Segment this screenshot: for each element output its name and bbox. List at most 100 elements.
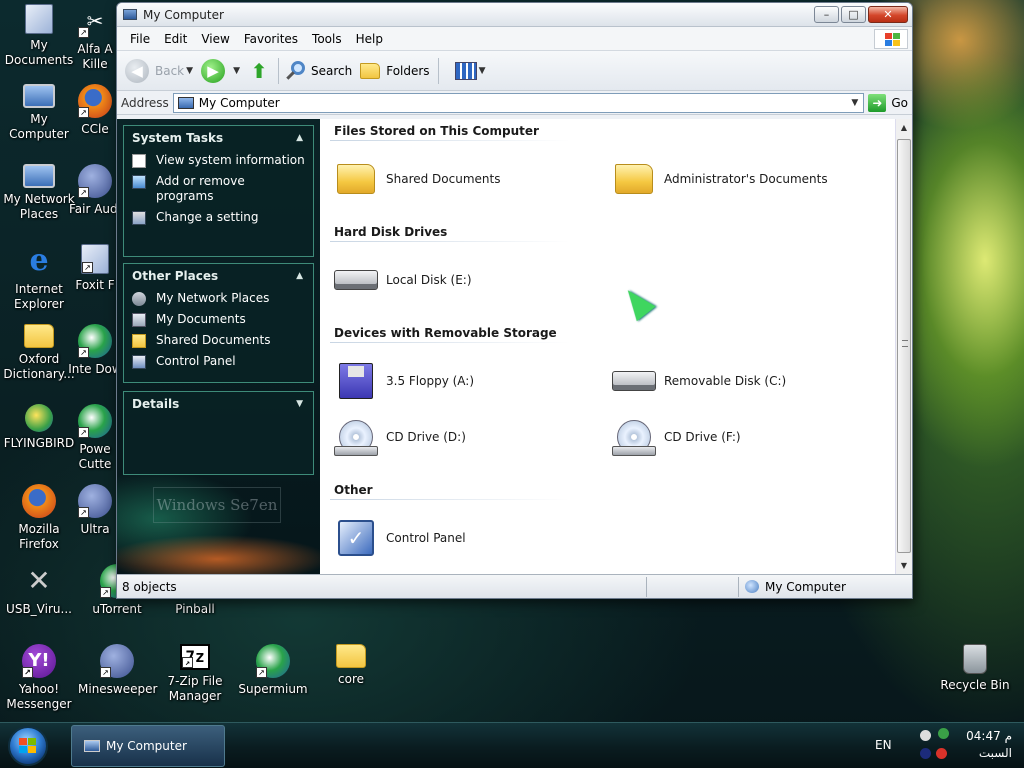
tray-status-icon[interactable] — [920, 730, 931, 741]
add-remove-icon — [132, 175, 146, 189]
place-control-panel[interactable]: Control Panel — [124, 351, 313, 372]
desktop-icon-power-cutter[interactable]: ↗ Powe Cutte — [70, 404, 120, 476]
desktop-icon-core[interactable]: core — [312, 644, 390, 716]
desktop-icon-label: uTorrent — [92, 602, 142, 616]
group-header: Files Stored on This Computer — [334, 124, 539, 138]
desktop-icon-label: Pinball — [175, 602, 215, 616]
menu-edit[interactable]: Edit — [157, 27, 194, 51]
details-header[interactable]: Details ▼ — [124, 392, 313, 416]
desktop-icon-ccleaner[interactable]: ↗ CCle — [70, 84, 120, 156]
taskbar-button-my-computer[interactable]: My Computer — [71, 725, 225, 767]
search-button[interactable]: Search — [285, 60, 352, 82]
collapse-icon: ▲ — [296, 271, 303, 281]
menu-favorites[interactable]: Favorites — [237, 27, 305, 51]
tray-app-icon[interactable] — [936, 748, 947, 759]
folder-icon — [132, 334, 146, 348]
task-view-system-information[interactable]: View system information — [124, 150, 313, 171]
folder-icon — [24, 324, 54, 348]
desktop-icon-foxit[interactable]: ↗ Foxit F — [70, 244, 120, 316]
taskbar: My Computer EN 04:47 م السبت — [0, 722, 1024, 768]
item-cd-drive-f[interactable]: CD Drive (F:) — [612, 418, 741, 456]
desktop-icon-label: Yahoo! Messenger — [6, 682, 72, 711]
chevron-down-icon[interactable]: ▼ — [186, 66, 193, 76]
item-local-disk-e[interactable]: Local Disk (E:) — [334, 261, 472, 299]
desktop-icon-supermium[interactable]: ↗ Supermium — [234, 644, 312, 716]
back-button[interactable]: ◀ Back ▼ — [125, 58, 193, 83]
forward-button[interactable]: ▶ ▼ — [201, 58, 240, 83]
network-icon — [132, 292, 146, 306]
place-shared-documents[interactable]: Shared Documents — [124, 330, 313, 351]
menu-tools[interactable]: Tools — [305, 27, 349, 51]
task-change-setting[interactable]: Change a setting — [124, 207, 313, 228]
tray-network-icon[interactable] — [938, 728, 949, 739]
group-header: Devices with Removable Storage — [334, 326, 557, 340]
address-label: Address — [121, 95, 169, 110]
item-removable-disk-c[interactable]: Removable Disk (C:) — [612, 362, 786, 400]
desktop-icon-recycle-bin[interactable]: Recycle Bin — [936, 644, 1014, 716]
maximize-button[interactable]: □ — [841, 6, 866, 23]
scroll-up-icon[interactable]: ▲ — [896, 119, 912, 136]
content-area: Files Stored on This Computer Shared Doc… — [320, 119, 895, 574]
scroll-thumb[interactable] — [897, 139, 911, 553]
menu-bar: File Edit View Favorites Tools Help — [117, 27, 912, 51]
desktop-icon-label: USB_Viru... — [6, 602, 72, 616]
desktop-icon-internet-download[interactable]: ↗ Inte Dow — [68, 324, 122, 396]
menu-file[interactable]: File — [123, 27, 157, 51]
place-my-network-places[interactable]: My Network Places — [124, 288, 313, 309]
desktop-icon-minesweeper[interactable]: ↗ Minesweeper — [78, 644, 157, 716]
menu-help[interactable]: Help — [349, 27, 390, 51]
minimize-button[interactable]: – — [814, 6, 839, 23]
desktop-icon-ultra[interactable]: ↗ Ultra — [70, 484, 120, 556]
start-button[interactable] — [8, 726, 48, 766]
windows-flag-icon — [19, 738, 37, 754]
desktop-icon-alfa[interactable]: ✂ ↗ Alfa A Kille — [70, 4, 120, 76]
desktop-icon-oxford-dictionary[interactable]: Oxford Dictionary... — [0, 324, 78, 396]
clock[interactable]: 04:47 م السبت — [966, 728, 1012, 762]
vertical-scrollbar[interactable]: ▲ ▼ — [895, 119, 912, 574]
desktop-icon-my-network-places[interactable]: My Network Places — [0, 164, 78, 236]
desktop-icon-fair-audio[interactable]: ↗ Fair Audi — [69, 164, 121, 236]
chevron-down-icon[interactable]: ▼ — [233, 66, 240, 76]
clock-day: السبت — [978, 746, 1012, 760]
tray-app-icon[interactable] — [920, 748, 931, 759]
place-my-documents[interactable]: My Documents — [124, 309, 313, 330]
chevron-down-icon[interactable]: ▼ — [846, 94, 863, 112]
go-button[interactable]: ➜ Go — [868, 93, 908, 112]
group-header: Hard Disk Drives — [334, 225, 448, 239]
item-shared-documents[interactable]: Shared Documents — [334, 160, 500, 198]
desktop-icon-my-computer[interactable]: My Computer — [0, 84, 78, 156]
folders-button[interactable]: Folders — [360, 62, 430, 79]
address-field[interactable]: My Computer ▼ — [172, 92, 865, 113]
app-icon: ↗ — [81, 244, 109, 274]
close-button[interactable]: ✕ — [868, 6, 908, 23]
removable-disk-icon — [612, 362, 656, 400]
item-floppy-a[interactable]: 3.5 Floppy (A:) — [334, 362, 474, 400]
desktop-icon-yahoo-messenger[interactable]: Y! ↗ Yahoo! Messenger — [0, 644, 78, 716]
language-indicator[interactable]: EN — [875, 738, 892, 752]
task-add-remove-programs[interactable]: Add or remove programs — [124, 171, 313, 207]
up-button[interactable]: ⬆ — [248, 60, 270, 82]
address-value: My Computer — [198, 95, 280, 110]
shortcut-arrow-icon: ↗ — [78, 347, 89, 358]
title-bar[interactable]: My Computer – □ ✕ — [117, 3, 912, 27]
scroll-down-icon[interactable]: ▼ — [896, 557, 912, 574]
desktop-icon-7zip[interactable]: 7z ↗ 7-Zip File Manager — [156, 644, 234, 716]
item-control-panel[interactable]: ✓ Control Panel — [334, 519, 466, 557]
toolbar: ◀ Back ▼ ▶ ▼ ⬆ Search Folders ▼ — [117, 51, 912, 91]
item-label: Control Panel — [386, 531, 466, 545]
mouse-cursor-icon — [618, 282, 656, 322]
other-places-panel: Other Places ▲ My Network Places My Docu… — [123, 263, 314, 383]
control-panel-icon — [132, 211, 146, 225]
views-button[interactable]: ▼ — [445, 61, 485, 80]
desktop-icon-usb-virus[interactable]: ✕ USB_Viru... — [0, 564, 78, 636]
menu-view[interactable]: View — [194, 27, 236, 51]
windows-watermark: Windows Se7en — [153, 487, 281, 523]
system-tasks-header[interactable]: System Tasks ▲ — [124, 126, 313, 150]
other-places-header[interactable]: Other Places ▲ — [124, 264, 313, 288]
item-cd-drive-d[interactable]: CD Drive (D:) — [334, 418, 466, 456]
clock-time: 04:47 م — [966, 729, 1012, 743]
forward-arrow-icon: ▶ — [201, 58, 226, 83]
item-administrators-documents[interactable]: Administrator's Documents — [612, 160, 828, 198]
shortcut-arrow-icon: ↗ — [256, 667, 267, 678]
desktop-icon-mozilla-firefox[interactable]: Mozilla Firefox — [0, 484, 78, 556]
